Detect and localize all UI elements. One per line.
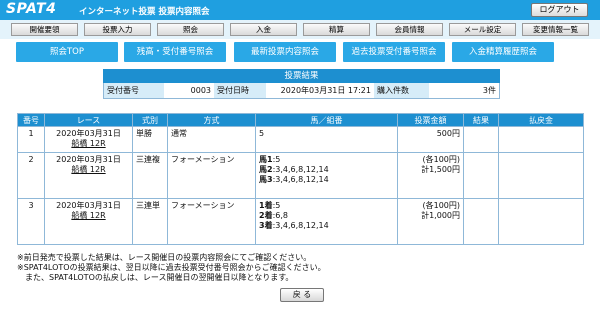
race-cell: 2020年03月31日 船橋 12R (44, 152, 133, 199)
vote-detail-table: 番号 レース 式別 方式 馬／組番 投票金額 結果 払戻金 1 2020年03月… (17, 113, 584, 245)
page-title: インターネット投票 投票内容照会 (79, 7, 210, 17)
header-method: 方式 (167, 113, 256, 127)
race-link[interactable]: 船橋 12R (48, 139, 129, 149)
spat4-logo: SPAT4 (6, 1, 57, 17)
menu-item-deposit[interactable]: 入金 (230, 23, 297, 36)
combination-line: 3着:3,4,6,8,12,14 (259, 221, 329, 230)
menu-item-change-list[interactable]: 変更情報一覧 (522, 23, 589, 36)
result-cell (463, 152, 499, 199)
table-row: 3 2020年03月31日 船橋 12R 三連単 フォーメーション 1着:5 2… (17, 198, 584, 245)
combination-cell: 5 (255, 126, 398, 153)
race-cell: 2020年03月31日 船橋 12R (44, 198, 133, 245)
balance-receipt-inquiry-button[interactable]: 残高・受付番号照会 (124, 42, 226, 62)
race-link[interactable]: 船橋 12R (48, 165, 129, 175)
amount-total: 計1,500円 (421, 165, 460, 174)
latest-vote-inquiry-button[interactable]: 最新投票内容照会 (234, 42, 336, 62)
row-number: 2 (17, 152, 45, 199)
race-date: 2020年03月31日 (56, 155, 121, 164)
row-number: 1 (17, 126, 45, 153)
combination-cell: 馬1:5 馬2:3,4,6,8,12,14 馬3:3,4,6,8,12,14 (255, 152, 398, 199)
race-cell: 2020年03月31日 船橋 12R (44, 126, 133, 153)
menu-item-mail-settings[interactable]: メール設定 (449, 23, 516, 36)
bet-type: 三連複 (132, 152, 168, 199)
combination-line: 5 (259, 129, 265, 138)
summary-title: 投票結果 (103, 69, 500, 83)
payout-cell (498, 198, 584, 245)
amount-unit: (各100円) (422, 155, 460, 164)
race-link[interactable]: 船橋 12R (48, 211, 129, 221)
amount-cell: (各100円) 計1,000円 (397, 198, 464, 245)
top-header: SPAT4 インターネット投票 投票内容照会 ログアウト (0, 0, 600, 20)
race-date: 2020年03月31日 (56, 201, 121, 210)
combination-line: 2着:6,8 (259, 211, 288, 220)
menu-item-member-info[interactable]: 会員情報 (376, 23, 443, 36)
past-receipt-inquiry-button[interactable]: 過去投票受付番号照会 (343, 42, 445, 62)
menu-item-settlement[interactable]: 精算 (303, 23, 370, 36)
back-button[interactable]: 戻 る (280, 288, 324, 302)
header-payout: 払戻金 (498, 113, 584, 127)
header-number: 番号 (17, 113, 45, 127)
result-cell (463, 126, 499, 153)
note-line: また、SPAT4LOTOの払戻しは、レース開催日の翌開催日以降となります。 (17, 273, 294, 282)
bet-type: 三連単 (132, 198, 168, 245)
deposit-history-button[interactable]: 入金精算履歴照会 (452, 42, 554, 62)
combination-line: 1着:5 (259, 201, 281, 210)
menu-item-inquiry[interactable]: 照会 (157, 23, 224, 36)
receipt-datetime-label: 受付日時 (214, 83, 266, 98)
menu-item-vote-input[interactable]: 投票入力 (84, 23, 151, 36)
notes: ※前日発売で投票した結果は、レース開催日の投票内容照会にてご確認ください。 ※S… (17, 253, 587, 283)
note-line: ※前日発売で投票した結果は、レース開催日の投票内容照会にてご確認ください。 (17, 253, 312, 262)
bet-method: フォーメーション (167, 152, 256, 199)
amount-total: 計1,000円 (421, 211, 460, 220)
payout-cell (498, 126, 584, 153)
bet-method: フォーメーション (167, 198, 256, 245)
table-row: 2 2020年03月31日 船橋 12R 三連複 フォーメーション 馬1:5 馬… (17, 152, 584, 199)
combination-cell: 1着:5 2着:6,8 3着:3,4,6,8,12,14 (255, 198, 398, 245)
inquiry-top-button[interactable]: 照会TOP (16, 42, 118, 62)
purchase-count-label: 購入件数 (374, 83, 429, 98)
purchase-count-value: 3件 (429, 83, 499, 98)
receipt-number-label: 受付番号 (104, 83, 164, 98)
header-race: レース (44, 113, 133, 127)
bet-type: 単勝 (132, 126, 168, 153)
result-cell (463, 198, 499, 245)
header-result: 結果 (463, 113, 499, 127)
header-amount: 投票金額 (397, 113, 464, 127)
vote-result-summary: 投票結果 受付番号 0003 受付日時 2020年03月31日 17:21 購入… (103, 69, 500, 99)
receipt-number-value: 0003 (164, 83, 214, 98)
table-header-row: 番号 レース 式別 方式 馬／組番 投票金額 結果 払戻金 (17, 113, 584, 127)
menu-item-schedule[interactable]: 開催要領 (11, 23, 78, 36)
amount-cell: (各100円) 計1,500円 (397, 152, 464, 199)
combination-line: 馬1:5 (259, 155, 281, 164)
combination-line: 馬3:3,4,6,8,12,14 (259, 175, 329, 184)
bet-method: 通常 (167, 126, 256, 153)
receipt-datetime-value: 2020年03月31日 17:21 (266, 83, 374, 98)
amount-value: 500円 (436, 129, 460, 138)
row-number: 3 (17, 198, 45, 245)
amount-cell: 500円 (397, 126, 464, 153)
main-menu: 開催要領 投票入力 照会 入金 精算 会員情報 メール設定 変更情報一覧 (0, 20, 600, 39)
logout-button[interactable]: ログアウト (531, 3, 588, 17)
payout-cell (498, 152, 584, 199)
note-line: ※SPAT4LOTOの投票結果は、翌日以降に過去投票受付番号照会からご確認くださ… (17, 263, 326, 272)
header-bet-type: 式別 (132, 113, 168, 127)
header-combination: 馬／組番 (255, 113, 398, 127)
combination-line: 馬2:3,4,6,8,12,14 (259, 165, 329, 174)
amount-unit: (各100円) (422, 201, 460, 210)
table-row: 1 2020年03月31日 船橋 12R 単勝 通常 5 500円 (17, 126, 584, 153)
race-date: 2020年03月31日 (56, 129, 121, 138)
